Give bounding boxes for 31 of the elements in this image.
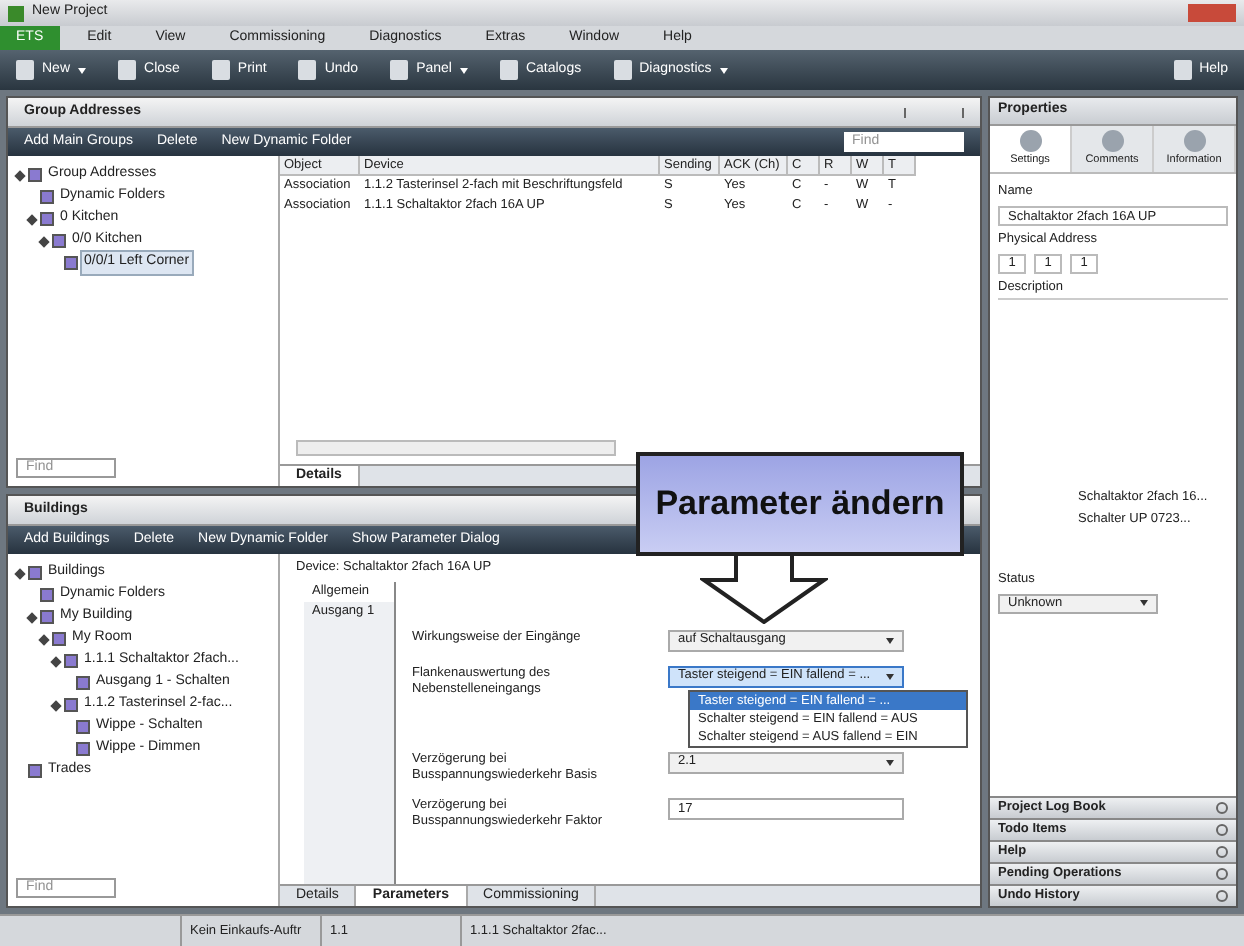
caret-icon: [78, 67, 87, 73]
expander-icon[interactable]: [50, 699, 62, 711]
caret-icon: [886, 673, 894, 680]
toolbar-icon: [613, 60, 632, 80]
caret-icon: [1140, 600, 1148, 607]
expander-icon[interactable]: [26, 213, 38, 225]
toolbar-icon: [499, 60, 518, 80]
toolbar-icon: [1173, 60, 1192, 80]
expander-icon[interactable]: [14, 169, 26, 181]
callout-text: Parameter ändern: [655, 482, 945, 527]
caret-icon: [719, 67, 728, 73]
caret-icon: [886, 637, 894, 644]
tab-icon: [1183, 130, 1205, 152]
toolbar-icon: [298, 60, 317, 80]
caret-icon: [886, 759, 894, 766]
toolbar-icon: [390, 60, 409, 80]
expander-icon[interactable]: [38, 235, 50, 247]
app-icon: [8, 5, 24, 21]
expander-icon[interactable]: [14, 567, 26, 579]
panel-controls-icon[interactable]: [904, 107, 964, 117]
toolbar-icon: [16, 60, 34, 80]
expander-icon[interactable]: [26, 611, 38, 623]
expander-icon[interactable]: [38, 633, 50, 645]
tab-icon: [1101, 130, 1123, 152]
toolbar-icon: [118, 60, 137, 80]
scrollbar[interactable]: [296, 440, 616, 456]
toolbar-icon: [211, 60, 230, 80]
folder-icon: [28, 764, 42, 778]
expander-icon[interactable]: [50, 655, 62, 667]
caret-icon: [459, 67, 468, 73]
tab-icon: [1019, 130, 1041, 152]
